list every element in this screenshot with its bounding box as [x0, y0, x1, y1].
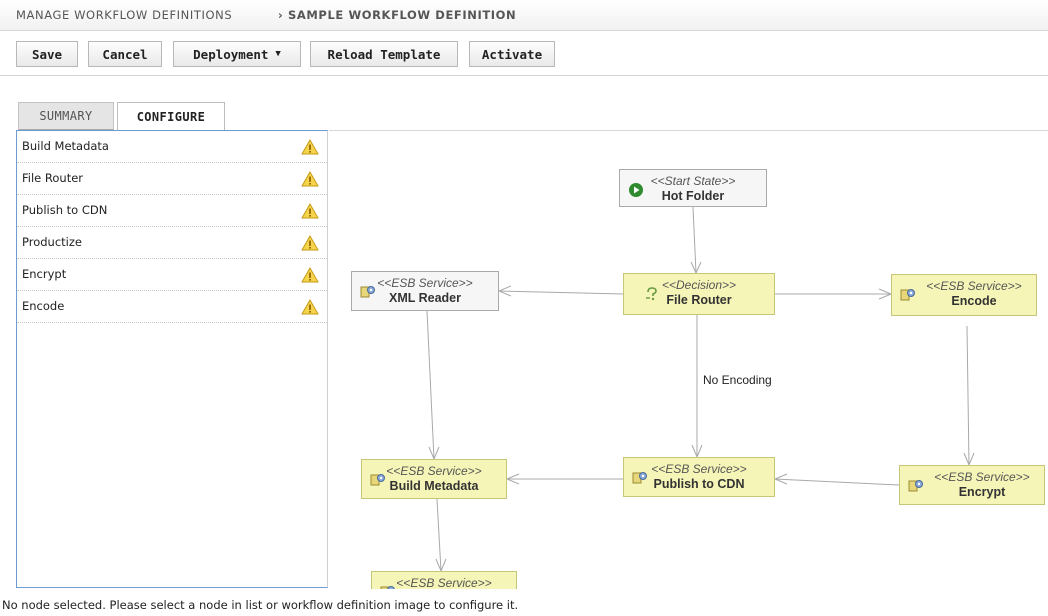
- tab-summary[interactable]: Summary: [18, 102, 114, 130]
- deployment-dropdown-button[interactable]: Deployment ▼: [173, 41, 301, 67]
- status-message: No node selected. Please select a node i…: [2, 598, 519, 612]
- breadcrumb-current: Sample Workflow Definition: [288, 8, 517, 22]
- tab-configure[interactable]: Configure: [117, 102, 225, 131]
- save-button[interactable]: Save: [16, 41, 78, 67]
- state-stereotype: <<Decision>>: [661, 278, 737, 292]
- node-list-item[interactable]: Build Metadata: [17, 131, 327, 163]
- node-list-item-label: Encode: [22, 299, 65, 313]
- state-publish-to-cdn[interactable]: <<ESB Service>> Publish to CDN: [623, 457, 775, 497]
- state-bottom-partial[interactable]: <<ESB Service>>: [371, 571, 517, 589]
- state-name: Hot Folder: [661, 189, 725, 203]
- edge-encode-encrypt: [966, 325, 970, 466]
- cancel-button[interactable]: Cancel: [88, 41, 162, 67]
- deployment-button-label: Deployment: [193, 46, 269, 62]
- state-stereotype: <<ESB Service>>: [386, 464, 482, 478]
- state-name: XML Reader: [388, 291, 461, 305]
- edge-xmlreader-buildmetadata: [426, 310, 435, 460]
- save-button-label: Save: [31, 46, 63, 62]
- node-list-item[interactable]: File Router: [17, 163, 327, 195]
- node-list-item[interactable]: Encrypt: [17, 259, 327, 291]
- activate-button[interactable]: Activate: [469, 41, 555, 67]
- state-name: Encrypt: [958, 485, 1006, 499]
- breadcrumb-parent-link[interactable]: Manage Workflow Definitions: [16, 8, 232, 22]
- state-stereotype: <<Start State>>: [650, 174, 736, 188]
- workflow-diagram-canvas[interactable]: No Encoding <<Start State>> Hot Folder <…: [329, 130, 1048, 589]
- state-stereotype: <<ESB Service>>: [926, 279, 1022, 293]
- node-list-item-label: Encrypt: [22, 267, 67, 281]
- state-name: Publish to CDN: [653, 477, 745, 491]
- breadcrumb-separator: ›: [278, 8, 284, 22]
- list-divider: [327, 131, 328, 323]
- node-list-item[interactable]: Encode: [17, 291, 327, 323]
- state-build-metadata[interactable]: <<ESB Service>> Build Metadata: [361, 459, 507, 499]
- state-xml-reader[interactable]: <<ESB Service>> XML Reader: [351, 271, 499, 311]
- state-stereotype: <<ESB Service>>: [651, 462, 747, 476]
- state-encode[interactable]: <<ESB Service>> Encode: [891, 274, 1037, 316]
- node-list-item[interactable]: Productize: [17, 227, 327, 259]
- warning-icon: [301, 203, 319, 219]
- state-name: Build Metadata: [389, 479, 479, 493]
- activate-button-label: Activate: [481, 46, 543, 62]
- edge-buildmetadata-bottom: [436, 498, 442, 572]
- state-hot-folder[interactable]: <<Start State>> Hot Folder: [619, 169, 767, 207]
- reload-template-label: Reload Template: [327, 46, 441, 62]
- state-stereotype: <<ESB Service>>: [396, 576, 492, 589]
- warning-icon: [301, 267, 319, 283]
- node-list-item-label: File Router: [22, 171, 84, 185]
- caret-down-icon: ▼: [275, 49, 281, 59]
- breadcrumb: Manage Workflow Definitions › Sample Wor…: [0, 0, 1048, 31]
- reload-template-button[interactable]: Reload Template: [310, 41, 458, 67]
- state-stereotype: <<ESB Service>>: [934, 470, 1030, 484]
- edge-filerouter-xmlreader: [498, 290, 624, 295]
- toolbar: Save Cancel Deployment ▼ Reload Template …: [0, 31, 1048, 76]
- edge-encrypt-publish: [774, 478, 900, 486]
- state-file-router[interactable]: <<Decision>> File Router: [623, 273, 775, 315]
- node-list-item[interactable]: Publish to CDN: [17, 195, 327, 227]
- node-list-item-label: Build Metadata: [22, 139, 109, 153]
- state-encrypt[interactable]: <<ESB Service>> Encrypt: [899, 465, 1045, 505]
- state-name: File Router: [666, 293, 732, 307]
- warning-icon: [301, 139, 319, 155]
- node-list-item-label: Productize: [22, 235, 82, 249]
- node-list-item-label: Publish to CDN: [22, 203, 108, 217]
- state-stereotype: <<ESB Service>>: [377, 276, 473, 290]
- node-list-panel: Build Metadata File Router Publish to CD…: [16, 130, 328, 588]
- warning-icon: [301, 235, 319, 251]
- state-name: Encode: [951, 294, 997, 308]
- edge-hotfolder-filerouter: [692, 206, 697, 274]
- edge-label-no-encoding: No Encoding: [703, 373, 772, 387]
- cancel-button-label: Cancel: [102, 46, 148, 62]
- warning-icon: [301, 299, 319, 315]
- warning-icon: [301, 171, 319, 187]
